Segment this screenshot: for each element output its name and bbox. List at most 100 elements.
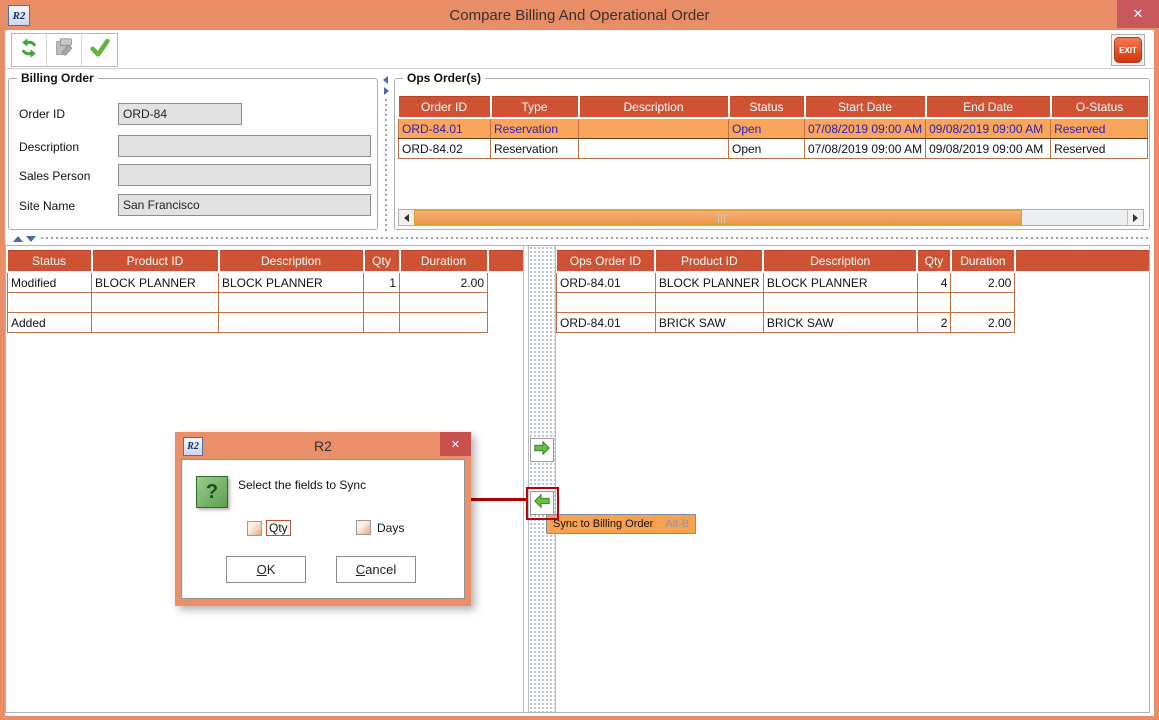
ops-items-header-row: Ops Order ID Product ID Description Qty … bbox=[557, 251, 1150, 273]
refresh-icon bbox=[17, 37, 41, 64]
scroll-right-button[interactable] bbox=[1127, 210, 1143, 225]
checkbox-icon[interactable] bbox=[356, 520, 371, 535]
ops-orders-table: Order ID Type Description Status Start D… bbox=[398, 96, 1148, 159]
cell: BLOCK PLANNER bbox=[763, 272, 917, 293]
dialog-close-button[interactable]: ✕ bbox=[440, 432, 471, 456]
sync-to-ops-button[interactable] bbox=[530, 438, 554, 462]
column-header[interactable]: Qty bbox=[917, 251, 951, 273]
cell: Open bbox=[729, 118, 805, 139]
vertical-splitter[interactable] bbox=[382, 73, 391, 233]
cell: ORD-84.01 bbox=[557, 313, 656, 333]
cell: BRICK SAW bbox=[763, 313, 917, 333]
scroll-left-button[interactable] bbox=[399, 210, 415, 225]
confirm-button[interactable] bbox=[82, 34, 117, 66]
tooltip-label: Sync to Billing Order bbox=[553, 518, 653, 530]
cell bbox=[364, 313, 400, 333]
title-bar: R2 Compare Billing And Operational Order… bbox=[0, 0, 1159, 30]
cancel-button-label-rest: ancel bbox=[365, 562, 396, 577]
ops-order-row[interactable]: ORD-84.02 Reservation Open 07/08/2019 09… bbox=[399, 139, 1148, 159]
column-header[interactable]: Status bbox=[8, 251, 92, 273]
ok-button-label: O bbox=[257, 562, 267, 577]
scrollbar-grip bbox=[718, 214, 725, 223]
splitter-collapse-down-icon[interactable] bbox=[26, 236, 36, 242]
column-header[interactable]: Duration bbox=[400, 251, 488, 273]
table-row[interactable]: ORD-84.01 BRICK SAW BRICK SAW 2 2.00 bbox=[557, 313, 1150, 333]
table-row[interactable] bbox=[8, 293, 523, 313]
cell: Added bbox=[8, 313, 92, 333]
scrollbar-thumb[interactable] bbox=[414, 210, 1022, 225]
sales-person-field bbox=[118, 164, 371, 186]
toolbar-button-group bbox=[11, 33, 118, 67]
table-row[interactable]: ORD-84.01 BLOCK PLANNER BLOCK PLANNER 4 … bbox=[557, 272, 1150, 293]
splitter-collapse-right-icon[interactable] bbox=[384, 87, 389, 95]
sync-to-billing-button[interactable] bbox=[530, 491, 554, 515]
main-content: Billing Order Order ID ORD-84 Descriptio… bbox=[5, 68, 1154, 716]
column-header[interactable]: Description bbox=[579, 97, 729, 119]
billing-order-group-title: Billing Order bbox=[17, 71, 98, 85]
cell: BRICK SAW bbox=[655, 313, 763, 333]
ops-horizontal-scrollbar[interactable] bbox=[398, 209, 1144, 226]
cell bbox=[655, 293, 763, 313]
splitter-collapse-left-icon[interactable] bbox=[383, 76, 388, 84]
cell: 2.00 bbox=[400, 272, 488, 293]
days-checkbox[interactable]: Days bbox=[356, 520, 406, 535]
cell bbox=[219, 293, 364, 313]
column-header[interactable]: Description bbox=[763, 251, 917, 273]
sync-fields-dialog: R2 R2 ✕ ? Select the fields to Sync Qty … bbox=[175, 432, 471, 606]
horizontal-splitter[interactable] bbox=[5, 234, 1151, 244]
days-checkbox-label: Days bbox=[375, 521, 406, 535]
cell bbox=[400, 313, 488, 333]
column-header[interactable]: Product ID bbox=[655, 251, 763, 273]
cell: 1 bbox=[364, 272, 400, 293]
sync-refresh-button[interactable] bbox=[12, 34, 47, 66]
column-header[interactable]: Start Date bbox=[805, 97, 926, 119]
column-header[interactable]: Qty bbox=[364, 251, 400, 273]
splitter-collapse-up-icon[interactable] bbox=[13, 236, 23, 242]
column-header[interactable]: Product ID bbox=[92, 251, 219, 273]
order-id-field: ORD-84 bbox=[118, 103, 242, 125]
qty-checkbox-label: Qty bbox=[266, 520, 291, 536]
cell bbox=[763, 293, 917, 313]
exit-button[interactable]: EXIT bbox=[1111, 34, 1145, 66]
order-id-label: Order ID bbox=[19, 107, 65, 121]
table-row[interactable]: Added bbox=[8, 313, 523, 333]
window-close-button[interactable]: ✕ bbox=[1117, 0, 1159, 28]
ops-orders-group: Ops Order(s) Order ID Type Description S… bbox=[394, 78, 1150, 230]
column-header[interactable]: Status bbox=[729, 97, 805, 119]
checkbox-icon[interactable] bbox=[247, 521, 262, 536]
table-row[interactable] bbox=[557, 293, 1150, 313]
compare-panel: Status Product ID Description Qty Durati… bbox=[5, 245, 1150, 713]
ops-order-row-selected[interactable]: ORD-84.01 Reservation Open 07/08/2019 09… bbox=[399, 118, 1148, 139]
cell bbox=[92, 313, 219, 333]
cancel-button[interactable]: Cancel bbox=[336, 556, 416, 583]
cell-filler bbox=[1015, 313, 1149, 333]
column-header[interactable]: Ops Order ID bbox=[557, 251, 656, 273]
cell: ORD-84.02 bbox=[399, 139, 491, 159]
cell: BLOCK PLANNER bbox=[655, 272, 763, 293]
column-header[interactable]: Description bbox=[219, 251, 364, 273]
billing-items-table: Status Product ID Description Qty Durati… bbox=[7, 250, 523, 333]
scroll-left-icon bbox=[404, 214, 409, 222]
question-icon: ? bbox=[196, 476, 228, 508]
billing-items-header-row: Status Product ID Description Qty Durati… bbox=[8, 251, 523, 273]
column-header[interactable]: O-Status bbox=[1051, 97, 1148, 119]
window-title: Compare Billing And Operational Order bbox=[0, 0, 1159, 30]
cell: ORD-84.01 bbox=[557, 272, 656, 293]
column-header[interactable]: Duration bbox=[951, 251, 1015, 273]
cell bbox=[579, 139, 729, 159]
cell: 2.00 bbox=[951, 313, 1015, 333]
sync-button-strip bbox=[528, 246, 556, 712]
cell: 09/08/2019 09:00 AM bbox=[926, 139, 1051, 159]
ok-button[interactable]: OK bbox=[226, 556, 306, 583]
table-row[interactable]: Modified BLOCK PLANNER BLOCK PLANNER 1 2… bbox=[8, 272, 523, 293]
cell: 09/08/2019 09:00 AM bbox=[926, 118, 1051, 139]
column-header[interactable]: End Date bbox=[926, 97, 1051, 119]
dialog-body: ? Select the fields to Sync Qty Days OK bbox=[181, 459, 465, 599]
qty-checkbox[interactable]: Qty bbox=[247, 520, 291, 536]
column-header[interactable]: Type bbox=[491, 97, 579, 119]
splitter-dots bbox=[385, 99, 387, 231]
cell: Reserved bbox=[1051, 139, 1148, 159]
cell-filler bbox=[1015, 293, 1149, 313]
cell-filler bbox=[1015, 272, 1149, 293]
column-header[interactable]: Order ID bbox=[399, 97, 491, 119]
